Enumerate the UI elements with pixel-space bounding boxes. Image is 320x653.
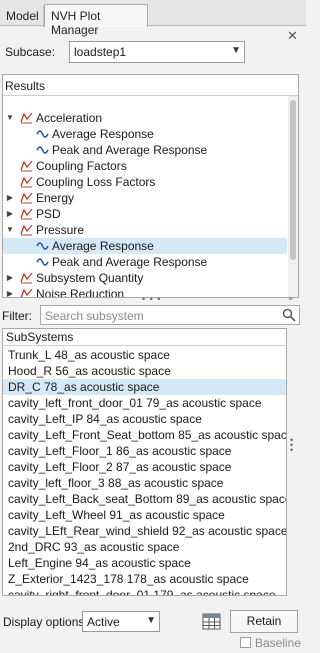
tab-strip: Model NVH Plot Manager bbox=[0, 0, 306, 37]
filter-placeholder: Search subsystem bbox=[45, 309, 144, 323]
list-item[interactable]: cavity_Left_Back_seat_Bottom 89_as acous… bbox=[3, 491, 286, 507]
graph-icon bbox=[20, 272, 33, 284]
list-item[interactable]: cavity_left_front_door_01 79_as acoustic… bbox=[3, 395, 286, 411]
close-icon[interactable]: ✕ bbox=[287, 28, 298, 44]
search-icon[interactable] bbox=[282, 308, 296, 322]
expand-arrow-icon[interactable]: ▼ bbox=[5, 222, 15, 238]
splitter-handle[interactable]: • • • bbox=[142, 294, 161, 304]
tree-item-subsystem-quantity[interactable]: ▶ Subsystem Quantity bbox=[3, 270, 287, 286]
chevron-down-icon: ▼ bbox=[146, 615, 156, 626]
wave-icon bbox=[36, 258, 49, 266]
subsystems-list: SubSystems Trunk_L 48_as acoustic space … bbox=[2, 328, 287, 596]
list-item[interactable]: Z_Exterior_1423_178 178_as acoustic spac… bbox=[3, 571, 286, 587]
subcase-dropdown[interactable]: loadstep1 ▼ bbox=[69, 41, 245, 63]
graph-icon bbox=[20, 224, 33, 236]
graph-icon bbox=[20, 160, 33, 172]
checkbox-box[interactable] bbox=[240, 637, 251, 648]
baseline-label: Baseline bbox=[255, 636, 302, 650]
list-item[interactable]: Hood_R 56_as acoustic space bbox=[3, 363, 286, 379]
tree-item-coupling-loss-factors[interactable]: Coupling Loss Factors bbox=[3, 174, 287, 190]
tree-item-acceleration-peak-average[interactable]: Peak and Average Response bbox=[3, 142, 287, 158]
tree-item-label: Coupling Factors bbox=[36, 159, 127, 173]
tab-nvh-plot-manager[interactable]: NVH Plot Manager bbox=[44, 4, 148, 37]
expand-arrow-icon[interactable]: ▼ bbox=[5, 110, 15, 126]
expand-arrow-icon[interactable]: ▶ bbox=[5, 286, 15, 297]
tree-item-label: Subsystem Quantity bbox=[36, 271, 144, 285]
scrollbar-thumb[interactable] bbox=[290, 100, 296, 260]
tab-model[interactable]: Model bbox=[0, 6, 44, 27]
filter-label: Filter: bbox=[2, 309, 32, 323]
tree-item-pressure-average-response[interactable]: Average Response bbox=[3, 238, 287, 254]
graph-icon bbox=[20, 112, 33, 124]
tree-item-energy[interactable]: ▶ Energy bbox=[3, 190, 287, 206]
table-icon[interactable] bbox=[202, 612, 221, 631]
collapse-chevron-icon[interactable]: ⌄ bbox=[287, 292, 295, 303]
results-header: Results bbox=[3, 75, 298, 96]
side-splitter-handle[interactable]: • • • bbox=[290, 436, 293, 455]
wave-icon bbox=[36, 146, 49, 154]
graph-icon bbox=[20, 208, 33, 220]
results-panel: Results ▼ Acceleration Average Response … bbox=[2, 74, 299, 298]
tree-item-label: Average Response bbox=[52, 127, 154, 141]
tree-item-label: Coupling Loss Factors bbox=[36, 175, 156, 189]
graph-icon bbox=[20, 288, 33, 297]
list-item[interactable]: cavity_Left_IP 84_as acoustic space bbox=[3, 411, 286, 427]
tree-item-pressure[interactable]: ▼ Pressure bbox=[3, 222, 287, 238]
expand-arrow-icon[interactable]: ▶ bbox=[5, 206, 15, 222]
tree-item-label: Energy bbox=[36, 191, 75, 205]
list-item[interactable]: cavity_left_floor_3 88_as acoustic space bbox=[3, 475, 286, 491]
tree-item-psd[interactable]: ▶ PSD bbox=[3, 206, 287, 222]
graph-icon bbox=[20, 192, 33, 204]
tree-item-label: Acceleration bbox=[36, 111, 103, 125]
tree-item-acceleration[interactable]: ▼ Acceleration bbox=[3, 110, 287, 126]
subcase-label: Subcase: bbox=[5, 45, 56, 59]
list-item[interactable]: cavity_right_front_door_01 179_as acoust… bbox=[3, 587, 286, 595]
list-item[interactable]: cavity_Left_Floor_2 87_as acoustic space bbox=[3, 459, 286, 475]
tree-item-label: Peak and Average Response bbox=[52, 143, 208, 157]
subcase-value: loadstep1 bbox=[74, 45, 127, 59]
tree-item-label: PSD bbox=[36, 207, 61, 221]
list-item[interactable]: cavity_Left_Front_Seat_bottom 85_as acou… bbox=[3, 427, 286, 443]
list-item[interactable]: DR_C 78_as acoustic space bbox=[3, 379, 286, 395]
tree-item-coupling-factors[interactable]: Coupling Factors bbox=[3, 158, 287, 174]
tree-item-pressure-peak-average[interactable]: Peak and Average Response bbox=[3, 254, 287, 270]
tree-item-label: Noise Reduction bbox=[36, 287, 125, 298]
retain-button[interactable]: Retain bbox=[230, 610, 298, 633]
list-item[interactable]: cavity_LEft_Rear_wind_shield 92_as acous… bbox=[3, 523, 286, 539]
list-item[interactable]: cavity_Left_Wheel 91_as acoustic space bbox=[3, 507, 286, 523]
subsystems-header: SubSystems bbox=[3, 329, 286, 346]
tree-item-acceleration-average-response[interactable]: Average Response bbox=[3, 126, 287, 142]
wave-icon bbox=[36, 242, 49, 250]
list-item[interactable]: Trunk_L 48_as acoustic space bbox=[3, 347, 286, 363]
display-options-value: Active bbox=[87, 615, 120, 629]
list-item[interactable]: Left_Engine 94_as acoustic space bbox=[3, 555, 286, 571]
tree-item-label: Pressure bbox=[36, 223, 85, 237]
filter-search-input[interactable]: Search subsystem bbox=[40, 305, 300, 325]
tree-item-label: Average Response bbox=[52, 239, 154, 253]
expand-arrow-icon[interactable]: ▶ bbox=[5, 190, 15, 206]
results-scrollbar[interactable] bbox=[288, 96, 298, 297]
list-item[interactable]: cavity_Left_Floor_1 86_as acoustic space bbox=[3, 443, 286, 459]
tree-item-label: Peak and Average Response bbox=[52, 255, 208, 269]
baseline-checkbox[interactable]: Baseline bbox=[240, 636, 301, 650]
chevron-down-icon: ▼ bbox=[231, 45, 241, 56]
display-options-label: Display options: bbox=[3, 615, 88, 629]
expand-arrow-icon[interactable]: ▶ bbox=[5, 270, 15, 286]
graph-icon bbox=[20, 176, 33, 188]
wave-icon bbox=[36, 130, 49, 138]
display-options-dropdown[interactable]: Active ▼ bbox=[82, 611, 160, 632]
list-item[interactable]: 2nd_DRC 93_as acoustic space bbox=[3, 539, 286, 555]
